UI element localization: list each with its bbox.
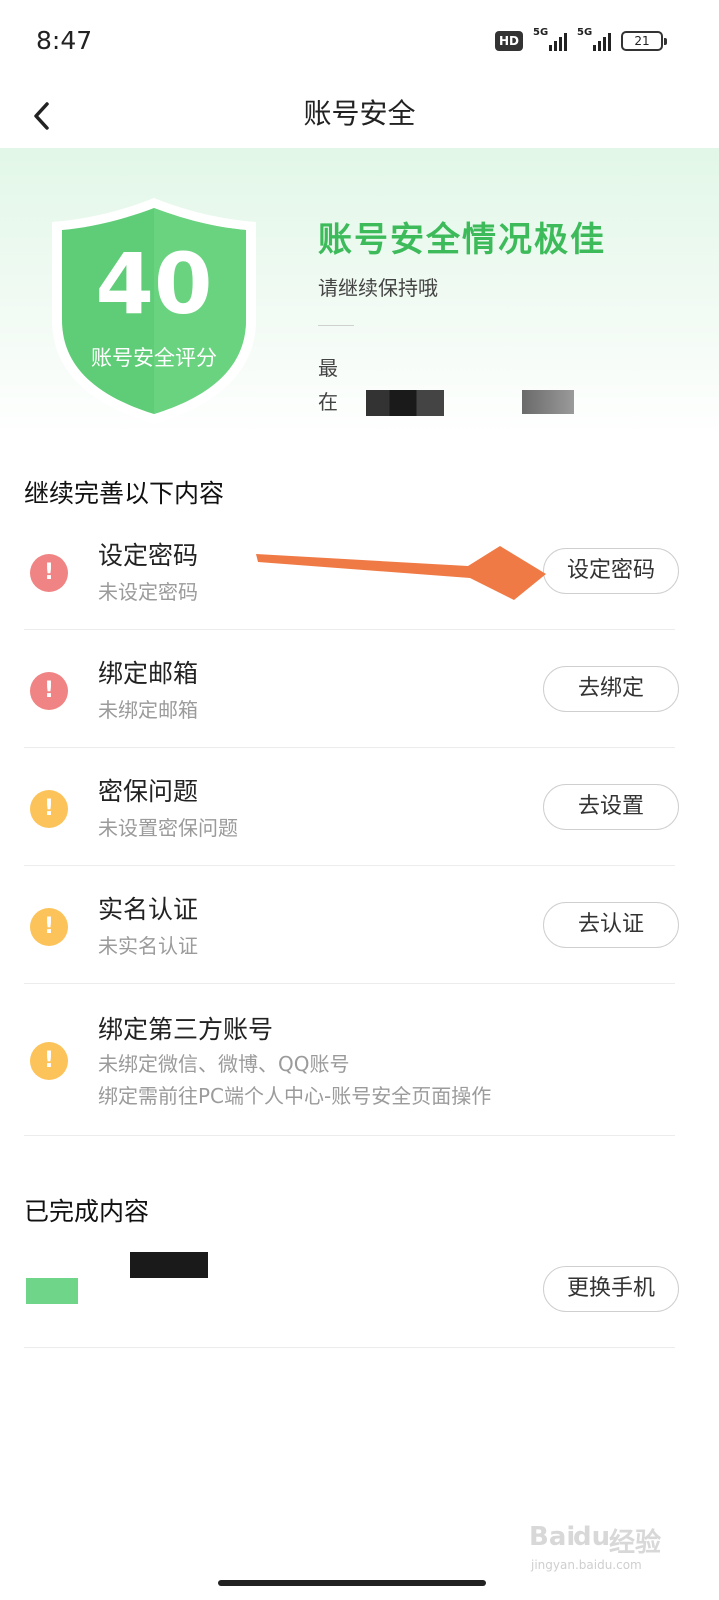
verify-real-name-button[interactable]: 去认证: [543, 902, 679, 948]
change-phone-button[interactable]: 更换手机: [543, 1266, 679, 1312]
home-indicator[interactable]: [218, 1580, 486, 1586]
list-item-real-name: ! 实名认证 未实名认证 去认证: [24, 866, 679, 984]
signal-icon-2: 5G: [577, 27, 611, 51]
redaction-mask: [366, 390, 444, 416]
status-icons: HD 5G 5G 21: [494, 27, 667, 51]
last-login-location: 在: [318, 390, 338, 414]
status-time: 8:47: [36, 26, 93, 55]
security-score: 40: [95, 235, 213, 333]
watermark-text-2: du: [573, 1522, 611, 1552]
redaction-mask-2: [522, 390, 574, 414]
last-login-text: 最: [318, 356, 338, 380]
watermark-text-1: Bai: [529, 1522, 576, 1552]
warning-icon: !: [30, 1042, 68, 1080]
item-title: 设定密码: [98, 541, 199, 570]
list-item-security-question: ! 密保问题 未设置密保问题 去设置: [24, 748, 679, 866]
item-title: 绑定邮箱: [98, 659, 199, 688]
item-desc: 未设定密码: [98, 580, 198, 604]
warning-icon: !: [30, 554, 68, 592]
warning-icon: !: [30, 908, 68, 946]
section-title-done: 已完成内容: [24, 1197, 150, 1226]
divider: [318, 325, 354, 326]
set-password-button[interactable]: 设定密码: [543, 548, 679, 594]
watermark-text-3: 经验: [609, 1528, 662, 1558]
item-desc: 未绑定邮箱: [98, 698, 198, 722]
list-item-bind-email: ! 绑定邮箱 未绑定邮箱 去绑定: [24, 630, 679, 748]
security-summary: 40 账号安全评分 账号安全情况极佳 请继续保持哦 最 在: [0, 148, 719, 440]
item-desc: 未设置密保问题: [98, 816, 238, 840]
item-desc: 未实名认证: [98, 934, 198, 958]
nav-bar: 账号安全: [0, 84, 719, 148]
item-title: 实名认证: [98, 895, 199, 924]
watermark-url: jingyan.baidu.com: [531, 1558, 642, 1572]
warning-icon: !: [30, 672, 68, 710]
hd-icon: HD: [494, 31, 523, 51]
security-status-subtitle: 请继续保持哦: [318, 276, 438, 300]
list-item-phone: 更换手机: [24, 1234, 679, 1348]
page-title: 账号安全: [303, 97, 416, 130]
bind-email-button[interactable]: 去绑定: [543, 666, 679, 712]
baidu-watermark: Bai du 经验 jingyan.baidu.com: [529, 1520, 679, 1580]
security-status-title: 账号安全情况极佳: [318, 220, 606, 260]
signal-icon: 5G: [533, 27, 567, 51]
warning-icon: !: [30, 790, 68, 828]
section-title-todo: 继续完善以下内容: [24, 479, 225, 508]
item-desc: 未绑定微信、微博、QQ账号: [98, 1052, 350, 1076]
security-score-label: 账号安全评分: [91, 346, 217, 370]
shield-score-badge: 40 账号安全评分: [44, 192, 264, 428]
status-bar: 8:47 HD 5G 5G 21: [0, 0, 719, 84]
annotation-arrow-icon: [256, 546, 546, 600]
item-desc-note: 绑定需前往PC端个人中心-账号安全页面操作: [98, 1084, 492, 1108]
item-title: 密保问题: [98, 777, 199, 806]
list-item-third-party[interactable]: ! 绑定第三方账号 未绑定微信、微博、QQ账号 绑定需前往PC端个人中心-账号安…: [24, 984, 675, 1136]
set-security-question-button[interactable]: 去设置: [543, 784, 679, 830]
phone-status-icon: [26, 1278, 78, 1304]
item-title: 绑定第三方账号: [98, 1015, 274, 1044]
redaction-mask-phone: [130, 1252, 208, 1278]
battery-icon: 21: [621, 31, 667, 51]
